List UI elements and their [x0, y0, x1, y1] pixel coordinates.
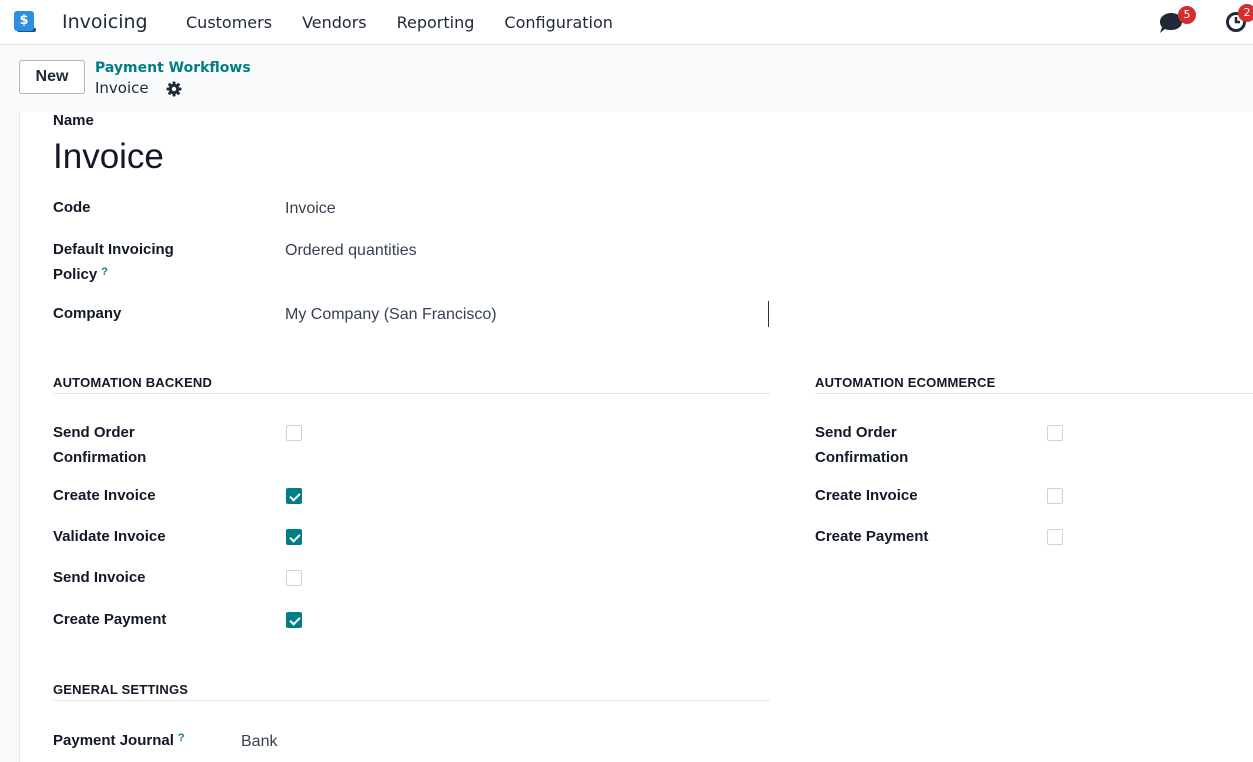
payment-journal-label: Payment Journal?	[53, 732, 185, 749]
backend-send-order-label-line1: Send Order	[53, 424, 135, 441]
name-field[interactable]: Invoice	[53, 137, 164, 177]
gear-icon[interactable]	[166, 81, 182, 97]
invoicing-app-icon[interactable]: $	[14, 11, 36, 33]
invoicing-policy-label-line1: Default Invoicing	[53, 241, 174, 258]
top-navbar: $ Invoicing Customers Vendors Reporting …	[0, 0, 1253, 45]
payment-journal-field[interactable]: Bank	[241, 733, 277, 751]
backend-create-payment-label: Create Payment	[53, 611, 167, 628]
ecommerce-create-invoice-checkbox[interactable]	[1047, 488, 1063, 504]
backend-validate-invoice-label: Validate Invoice	[53, 528, 166, 545]
backend-send-order-label-line2: Confirmation	[53, 449, 147, 466]
ecommerce-send-order-label-line2: Confirmation	[815, 449, 909, 466]
form-sheet	[19, 112, 1253, 762]
new-button[interactable]: New	[19, 60, 85, 94]
text-cursor	[768, 301, 769, 327]
app-name[interactable]: Invoicing	[62, 11, 148, 33]
menu-vendors[interactable]: Vendors	[302, 13, 367, 32]
ecommerce-send-order-checkbox[interactable]	[1047, 425, 1063, 441]
ecommerce-create-invoice-label: Create Invoice	[815, 487, 918, 504]
help-tooltip-icon[interactable]: ?	[101, 266, 108, 278]
backend-send-invoice-checkbox[interactable]	[286, 570, 302, 586]
section-divider	[53, 393, 770, 394]
backend-create-invoice-checkbox[interactable]	[286, 488, 302, 504]
ecommerce-send-order-label-line1: Send Order	[815, 424, 897, 441]
section-divider	[53, 700, 770, 701]
ecommerce-create-payment-checkbox[interactable]	[1047, 529, 1063, 545]
main-menu: Customers Vendors Reporting Configuratio…	[186, 13, 613, 32]
menu-configuration[interactable]: Configuration	[504, 13, 613, 32]
backend-create-payment-checkbox[interactable]	[286, 612, 302, 628]
company-field[interactable]: My Company (San Francisco)	[285, 306, 497, 324]
breadcrumb-payment-workflows[interactable]: Payment Workflows	[95, 60, 251, 76]
activities-badge: 2	[1238, 4, 1253, 22]
name-label: Name	[53, 112, 94, 129]
backend-send-invoice-label: Send Invoice	[53, 569, 146, 586]
breadcrumb-current-record: Invoice	[95, 79, 149, 97]
automation-backend-title: AUTOMATION BACKEND	[53, 375, 213, 390]
menu-reporting[interactable]: Reporting	[397, 13, 475, 32]
automation-ecommerce-title: AUTOMATION ECOMMERCE	[815, 375, 996, 390]
invoicing-policy-label-line2: Policy?	[53, 266, 108, 283]
ecommerce-create-payment-label: Create Payment	[815, 528, 929, 545]
messages-badge: 5	[1178, 6, 1196, 24]
menu-customers[interactable]: Customers	[186, 13, 272, 32]
company-label: Company	[53, 305, 122, 322]
general-settings-title: GENERAL SETTINGS	[53, 682, 189, 697]
section-divider	[815, 393, 1253, 394]
backend-send-order-checkbox[interactable]	[286, 425, 302, 441]
invoicing-policy-select[interactable]: Ordered quantities	[285, 242, 417, 260]
help-tooltip-icon[interactable]: ?	[178, 732, 185, 744]
backend-create-invoice-label: Create Invoice	[53, 487, 156, 504]
backend-validate-invoice-checkbox[interactable]	[286, 529, 302, 545]
code-label: Code	[53, 199, 91, 216]
code-field[interactable]: Invoice	[285, 200, 336, 218]
